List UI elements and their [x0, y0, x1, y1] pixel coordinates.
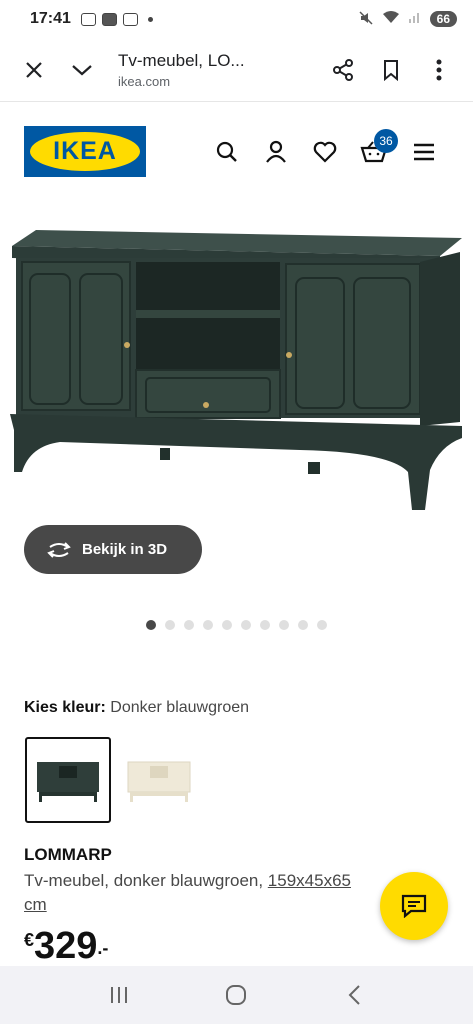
price-integer: 329 [34, 925, 98, 967]
search-button[interactable] [212, 137, 242, 167]
wishlist-button[interactable] [310, 137, 340, 167]
product-size-link[interactable]: 159x45x65 [268, 871, 351, 890]
recents-button[interactable] [99, 975, 139, 1015]
color-option-dark-bluegreen[interactable] [25, 737, 111, 823]
color-picker-label: Kies kleur: Donker blauwgroen [24, 699, 249, 717]
mute-icon [358, 10, 374, 29]
app-notification-icon [122, 12, 138, 26]
carousel-dot[interactable] [317, 620, 327, 630]
signal-icon [408, 10, 422, 29]
cart-count-badge: 36 [374, 129, 398, 153]
carousel-dot[interactable] [298, 620, 308, 630]
status-time: 17:41 [30, 10, 71, 27]
logo-text: IKEA [53, 137, 117, 165]
product-description: Tv-meubel, donker blauwgroen, 159x45x65 … [24, 869, 404, 917]
carousel-dot[interactable] [222, 620, 232, 630]
price-decimal: .- [97, 938, 109, 958]
dark-cabinet-thumbnail [37, 762, 99, 802]
chat-icon [401, 894, 427, 918]
carousel-dot[interactable] [241, 620, 251, 630]
page-url: ikea.com [118, 73, 171, 89]
carousel-dot[interactable] [165, 620, 175, 630]
battery-indicator: 66 [429, 11, 457, 27]
account-button[interactable] [261, 137, 291, 167]
close-icon [26, 61, 42, 78]
user-icon [266, 140, 286, 163]
image-carousel-dots [0, 620, 473, 630]
browser-toolbar: Tv-meubel, LO... ikea.com [0, 38, 473, 102]
bookmark-button[interactable] [367, 46, 415, 94]
color-option-white[interactable] [116, 737, 202, 823]
carousel-dot[interactable] [260, 620, 270, 630]
carousel-dot[interactable] [279, 620, 289, 630]
recents-icon [110, 987, 127, 1003]
tv-cabinet-illustration [10, 230, 462, 510]
chat-button[interactable] [380, 872, 448, 940]
home-icon [226, 985, 247, 1005]
back-icon [348, 985, 360, 1005]
menu-icon [414, 143, 434, 161]
minimize-button[interactable] [58, 46, 106, 94]
heart-icon [313, 141, 337, 163]
selected-color-name: Donker blauwgroen [110, 699, 250, 716]
site-header: IKEA 36 [0, 104, 473, 200]
rotate-3d-icon [47, 541, 71, 558]
back-button[interactable] [334, 975, 374, 1015]
carousel-dot[interactable] [203, 620, 213, 630]
more-notifications-icon [147, 16, 153, 22]
product-image[interactable] [0, 210, 473, 530]
share-button[interactable] [319, 46, 367, 94]
product-type: Tv-meubel, donker blauwgroen, [24, 871, 268, 890]
more-vert-icon [436, 59, 442, 80]
status-bar: 17:41 66 [0, 0, 473, 38]
screenshot-icon [80, 12, 96, 26]
product-name: LOMMARP [24, 845, 112, 864]
price-currency: € [24, 930, 35, 950]
menu-button[interactable] [409, 137, 439, 167]
carousel-dot[interactable] [184, 620, 194, 630]
search-icon [216, 141, 237, 162]
home-button[interactable] [216, 975, 256, 1015]
product-size-unit[interactable]: cm [24, 895, 47, 914]
view-in-3d-button[interactable]: Bekijk in 3D [24, 525, 202, 574]
page-title: Tv-meubel, LO... [118, 50, 245, 70]
ring-app-icon [101, 12, 117, 26]
color-label: Kies kleur: [24, 699, 106, 716]
notification-icons [80, 12, 153, 26]
share-icon [333, 58, 353, 81]
product-price: € 329 .- [24, 924, 108, 968]
system-navigation-bar [0, 966, 473, 1024]
white-cabinet-thumbnail [127, 761, 191, 802]
bookmark-icon [384, 59, 398, 81]
view-in-3d-label: Bekijk in 3D [82, 541, 168, 558]
close-tab-button[interactable] [10, 46, 58, 94]
ikea-logo[interactable]: IKEA [24, 126, 146, 177]
more-options-button[interactable] [415, 46, 463, 94]
wifi-icon [382, 10, 400, 29]
carousel-dot[interactable] [146, 620, 156, 630]
page-info[interactable]: Tv-meubel, LO... ikea.com [106, 51, 319, 89]
chevron-down-icon [72, 64, 92, 75]
